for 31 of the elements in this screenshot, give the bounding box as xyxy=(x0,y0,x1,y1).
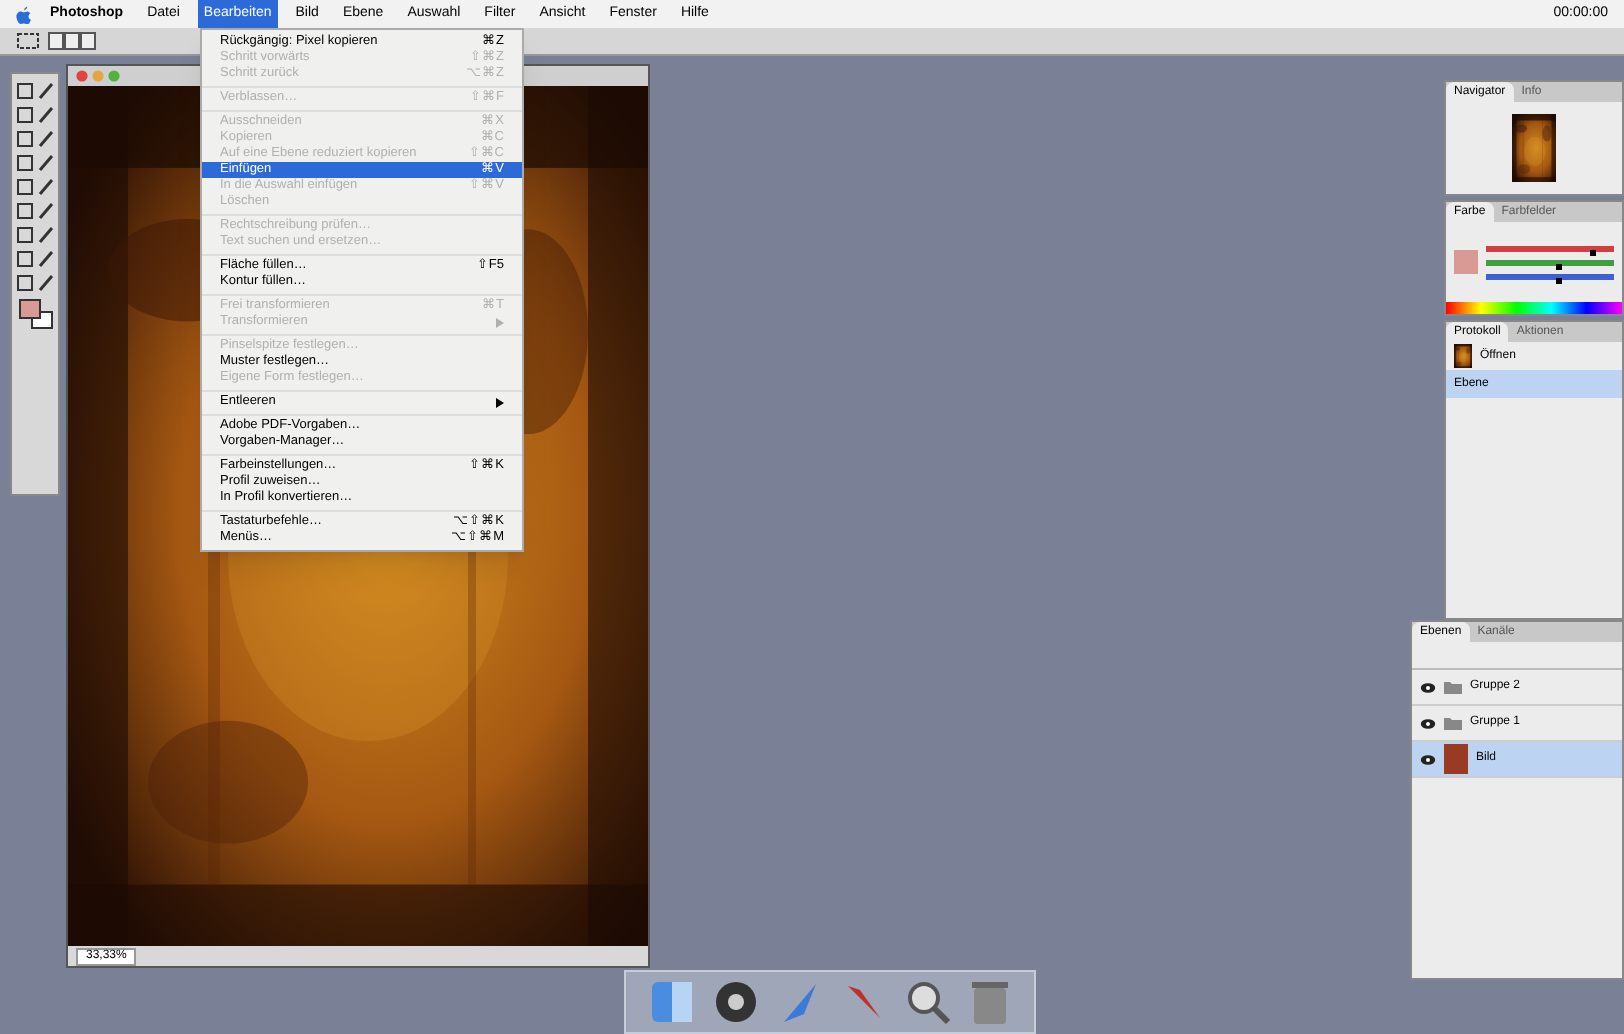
eye-icon[interactable] xyxy=(1420,717,1436,729)
spectrum-bar[interactable] xyxy=(1446,302,1622,314)
color-slider[interactable] xyxy=(1486,273,1614,279)
eye-icon[interactable] xyxy=(1420,753,1436,765)
magnifier-icon[interactable] xyxy=(904,978,952,1026)
tool-icons[interactable] xyxy=(15,178,55,196)
tool-icons[interactable] xyxy=(15,202,55,220)
folder-icon xyxy=(1444,716,1462,730)
tool-icons[interactable] xyxy=(15,250,55,268)
eye-icon[interactable] xyxy=(1420,681,1436,693)
color-slider[interactable] xyxy=(1486,245,1614,251)
slider-thumb[interactable] xyxy=(1556,263,1563,269)
selection-modes-icon[interactable] xyxy=(48,32,96,50)
tool-preset-icon[interactable] xyxy=(16,32,40,50)
slider-thumb[interactable] xyxy=(1556,277,1563,283)
slider-thumb[interactable] xyxy=(1590,249,1597,255)
tool-icons[interactable] xyxy=(15,130,55,148)
tool-icons[interactable] xyxy=(15,274,55,292)
dial-icon[interactable] xyxy=(712,978,760,1026)
color-swatch-icon[interactable] xyxy=(1454,250,1478,274)
submenu-arrow-icon xyxy=(496,397,504,407)
tool-icons[interactable] xyxy=(15,226,55,244)
folder-icon xyxy=(1444,680,1462,694)
submenu-arrow-icon xyxy=(496,317,504,327)
tool-icons[interactable] xyxy=(15,154,55,172)
tool-icons[interactable] xyxy=(15,82,55,100)
layer-thumbnail-icon xyxy=(1444,744,1468,774)
tool-icons[interactable] xyxy=(15,106,55,124)
apple-icon[interactable] xyxy=(16,5,32,23)
color-slider[interactable] xyxy=(1486,259,1614,265)
color-swatches-icon[interactable] xyxy=(17,298,53,330)
